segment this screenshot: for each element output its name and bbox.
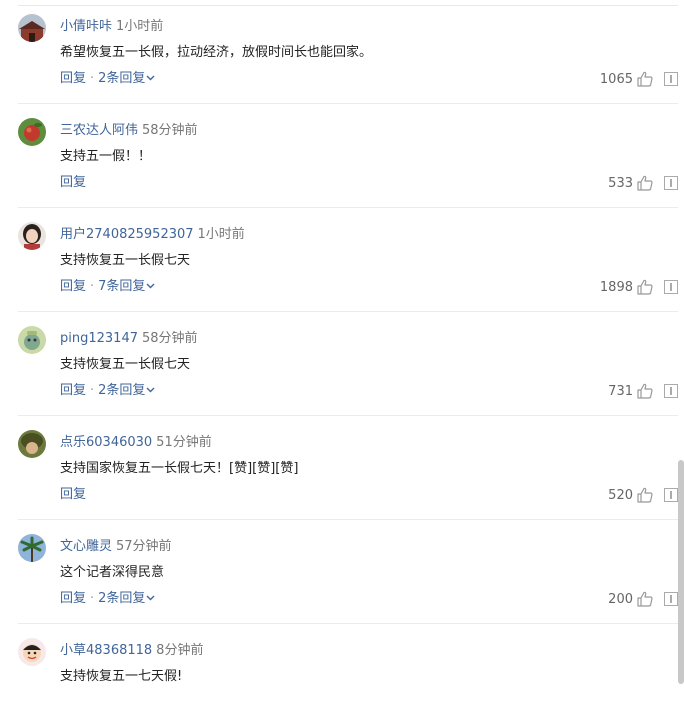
reply-button[interactable]: 回复 — [60, 487, 86, 502]
scrollbar-thumb[interactable] — [678, 460, 684, 684]
separator: · — [90, 279, 95, 294]
comment-meta: 点乐60346030 51分钟前 — [60, 435, 212, 451]
avatar-smiley[interactable] — [18, 638, 46, 666]
report-icon[interactable] — [664, 176, 678, 190]
report-icon[interactable] — [664, 280, 678, 294]
username[interactable]: 点乐60346030 — [60, 435, 152, 450]
comment-meta: 三农达人阿伟 58分钟前 — [60, 123, 198, 139]
comment-meta: 小倩咔咔 1小时前 — [60, 19, 163, 35]
comment-text: 支持恢复五一长假七天 — [60, 357, 191, 372]
comment-tools: 1065 — [600, 70, 678, 88]
avatar-helmet[interactable] — [18, 430, 46, 458]
comment-tools: 1898 — [600, 278, 678, 296]
thumbs-up-icon[interactable] — [636, 590, 654, 608]
chevron-down-icon — [146, 283, 155, 288]
timestamp: 58分钟前 — [141, 331, 198, 346]
username[interactable]: 用户2740825952307 — [60, 227, 194, 242]
comment-tools: 520 — [608, 486, 678, 504]
timestamp: 58分钟前 — [142, 123, 198, 138]
like-count: 200 — [608, 591, 633, 607]
view-replies-link[interactable]: 2条回复 — [98, 71, 155, 86]
comment-actions: 回复 · 7条回复 — [60, 278, 155, 296]
separator: · — [90, 71, 95, 86]
comment-item: 文心雕灵 57分钟前 这个记者深得民意 回复 · 2条回复 200 — [0, 520, 684, 624]
like-count: 520 — [608, 487, 633, 503]
like-count: 533 — [608, 175, 633, 191]
like-count: 1065 — [599, 71, 633, 87]
comment-text: 支持恢复五一长假七天 — [60, 253, 191, 268]
username[interactable]: ping123147 — [60, 331, 138, 346]
report-icon[interactable] — [664, 72, 678, 86]
comment-tools: 200 — [608, 590, 678, 608]
timestamp: 1小时前 — [197, 227, 245, 242]
comment-item: 三农达人阿伟 58分钟前 支持五一假！！ 回复 533 — [0, 104, 684, 208]
view-replies-link[interactable]: 7条回复 — [98, 279, 155, 294]
reply-button[interactable]: 回复 — [60, 175, 86, 190]
comment-item: 小倩咔咔 1小时前 希望恢复五一长假，拉动经济，放假时间长也能回家。 回复 · 2条回… — [0, 0, 684, 104]
reply-button[interactable]: 回复 — [60, 591, 86, 606]
comment-item: 点乐60346030 51分钟前 支持国家恢复五一长假七天！[赞][赞][赞] 回… — [0, 416, 684, 520]
chevron-down-icon — [146, 387, 155, 392]
username[interactable]: 小倩咔咔 — [60, 19, 112, 34]
thumbs-up-icon[interactable] — [636, 174, 654, 192]
avatar-fruit[interactable] — [18, 118, 46, 146]
timestamp: 1小时前 — [116, 19, 164, 34]
username[interactable]: 三农达人阿伟 — [60, 123, 138, 138]
comment-text: 希望恢复五一长假，拉动经济，放假时间长也能回家。 — [60, 45, 373, 60]
comment-tools: 533 — [608, 174, 678, 192]
username[interactable]: 小草48368118 — [60, 643, 152, 658]
separator: · — [90, 383, 95, 398]
view-replies-link[interactable]: 2条回复 — [98, 383, 155, 398]
comment-actions: 回复 · 2条回复 — [60, 382, 155, 400]
comment-item: ping123147 58分钟前 支持恢复五一长假七天 回复 · 2条回复 731 — [0, 312, 684, 416]
comment-meta: 小草48368118 8分钟前 — [60, 643, 203, 659]
timestamp: 51分钟前 — [156, 435, 212, 450]
thumbs-up-icon[interactable] — [636, 382, 654, 400]
view-replies-link[interactable]: 2条回复 — [98, 591, 155, 606]
thumbs-up-icon[interactable] — [636, 278, 654, 296]
comment-actions: 回复 — [60, 486, 86, 504]
thumbs-up-icon[interactable] — [636, 486, 654, 504]
comment-text: 支持国家恢复五一长假七天！[赞][赞][赞] — [60, 461, 299, 476]
comment-text: 这个记者深得民意 — [60, 565, 165, 580]
avatar-palm[interactable] — [18, 534, 46, 562]
reply-button[interactable]: 回复 — [60, 383, 86, 398]
like-count: 1898 — [599, 279, 633, 295]
chevron-down-icon — [146, 595, 155, 600]
report-icon[interactable] — [664, 488, 678, 502]
comment-meta: ping123147 58分钟前 — [60, 331, 198, 347]
comment-actions: 回复 · 2条回复 — [60, 70, 155, 88]
chevron-down-icon — [146, 75, 155, 80]
report-icon[interactable] — [664, 384, 678, 398]
separator: · — [90, 591, 95, 606]
comment-actions: 回复 · 2条回复 — [60, 590, 155, 608]
like-count: 731 — [608, 383, 633, 399]
thumbs-up-icon[interactable] — [636, 70, 654, 88]
comment-item: 用户2740825952307 1小时前 支持恢复五一长假七天 回复 · 7条回复 1… — [0, 208, 684, 312]
reply-button[interactable]: 回复 — [60, 279, 86, 294]
avatar-building[interactable] — [18, 14, 46, 42]
username[interactable]: 文心雕灵 — [60, 539, 112, 554]
comment-tools: 731 — [608, 382, 678, 400]
comment-item: 小草48368118 8分钟前 支持恢复五一七天假! — [0, 624, 684, 728]
comment-text: 支持恢复五一七天假! — [60, 669, 183, 684]
comment-actions: 回复 — [60, 174, 86, 192]
comment-meta: 用户2740825952307 1小时前 — [60, 227, 245, 243]
comment-text: 支持五一假！！ — [60, 149, 152, 164]
report-icon[interactable] — [664, 592, 678, 606]
avatar-cartoon[interactable] — [18, 326, 46, 354]
reply-button[interactable]: 回复 — [60, 71, 86, 86]
timestamp: 8分钟前 — [156, 643, 204, 658]
avatar-girl[interactable] — [18, 222, 46, 250]
comment-meta: 文心雕灵 57分钟前 — [60, 539, 172, 555]
timestamp: 57分钟前 — [116, 539, 172, 554]
